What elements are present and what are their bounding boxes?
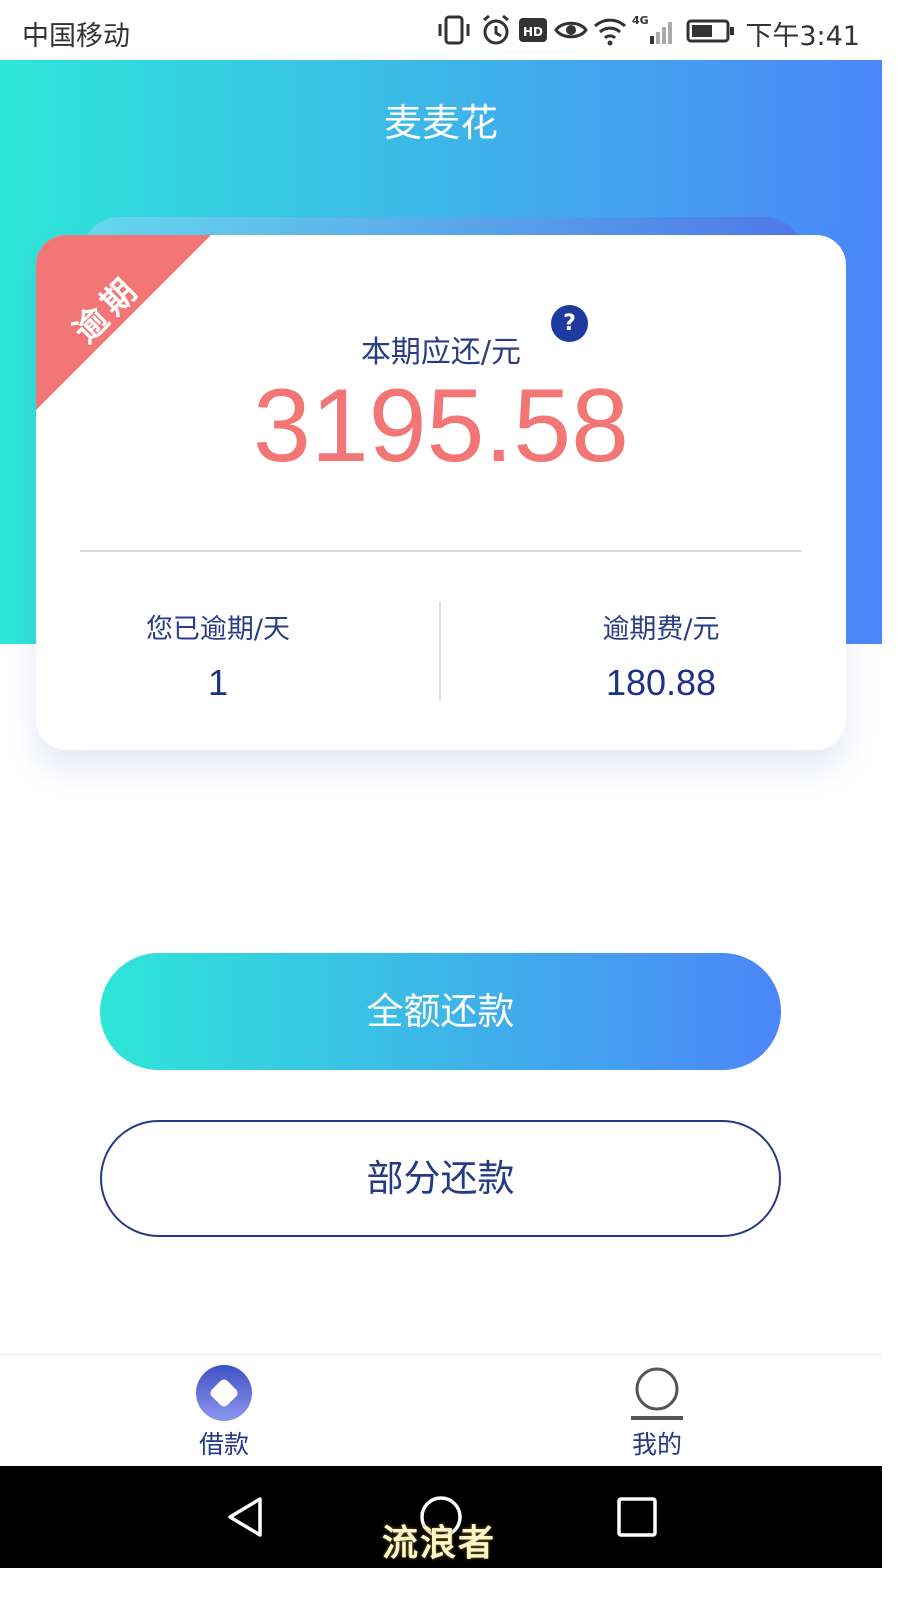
tab-bar: 借款 我的: [0, 1354, 882, 1466]
page-title: 麦麦花: [383, 101, 498, 145]
eye-icon: [554, 12, 588, 52]
svg-text:4G: 4G: [632, 14, 649, 27]
overdue-days-stat: 您已逾期/天 1: [38, 607, 398, 704]
status-time: 下午3:41: [745, 21, 860, 52]
repayment-card: 逾期 本期应还/元 ? 3195.58 您已逾期/天 1 逾期费/元 180.8…: [36, 235, 846, 750]
wifi-icon: [592, 12, 628, 52]
overdue-fee-stat: 逾期费/元 180.88: [481, 607, 841, 704]
partial-repay-button[interactable]: 部分还款: [100, 1120, 781, 1237]
full-repay-button[interactable]: 全额还款: [100, 953, 781, 1070]
overdue-fee-label: 逾期费/元: [602, 614, 720, 645]
tab-loan[interactable]: 借款: [164, 1363, 284, 1463]
help-icon[interactable]: ?: [551, 305, 588, 342]
tab-mine[interactable]: 我的: [597, 1363, 717, 1463]
back-icon[interactable]: [222, 1494, 268, 1540]
loan-icon: [196, 1365, 252, 1421]
hd-icon: HD: [518, 12, 548, 52]
overdue-days-value: 1: [207, 662, 229, 703]
overdue-fee-value: 180.88: [605, 662, 717, 703]
alarm-icon: [478, 12, 514, 52]
overdue-days-label: 您已逾期/天: [145, 614, 291, 645]
tab-mine-label: 我的: [631, 1430, 682, 1459]
due-label: 本期应还/元: [360, 335, 522, 370]
tab-loan-label: 借款: [198, 1430, 249, 1459]
stats-divider: [439, 602, 441, 700]
due-amount: 3195.58: [253, 368, 629, 484]
battery-icon: [686, 12, 736, 52]
status-bar: 中国移动 HD 4G 下午3:41: [0, 0, 882, 60]
profile-icon: [629, 1365, 685, 1421]
card-divider: [80, 550, 802, 552]
svg-text:HD: HD: [523, 25, 543, 39]
recents-icon[interactable]: [614, 1494, 660, 1540]
signal-icon: 4G: [632, 12, 676, 52]
vibrate-icon: [436, 12, 472, 52]
watermark: 流浪者: [382, 1523, 497, 1564]
carrier-name: 中国移动: [22, 21, 130, 52]
